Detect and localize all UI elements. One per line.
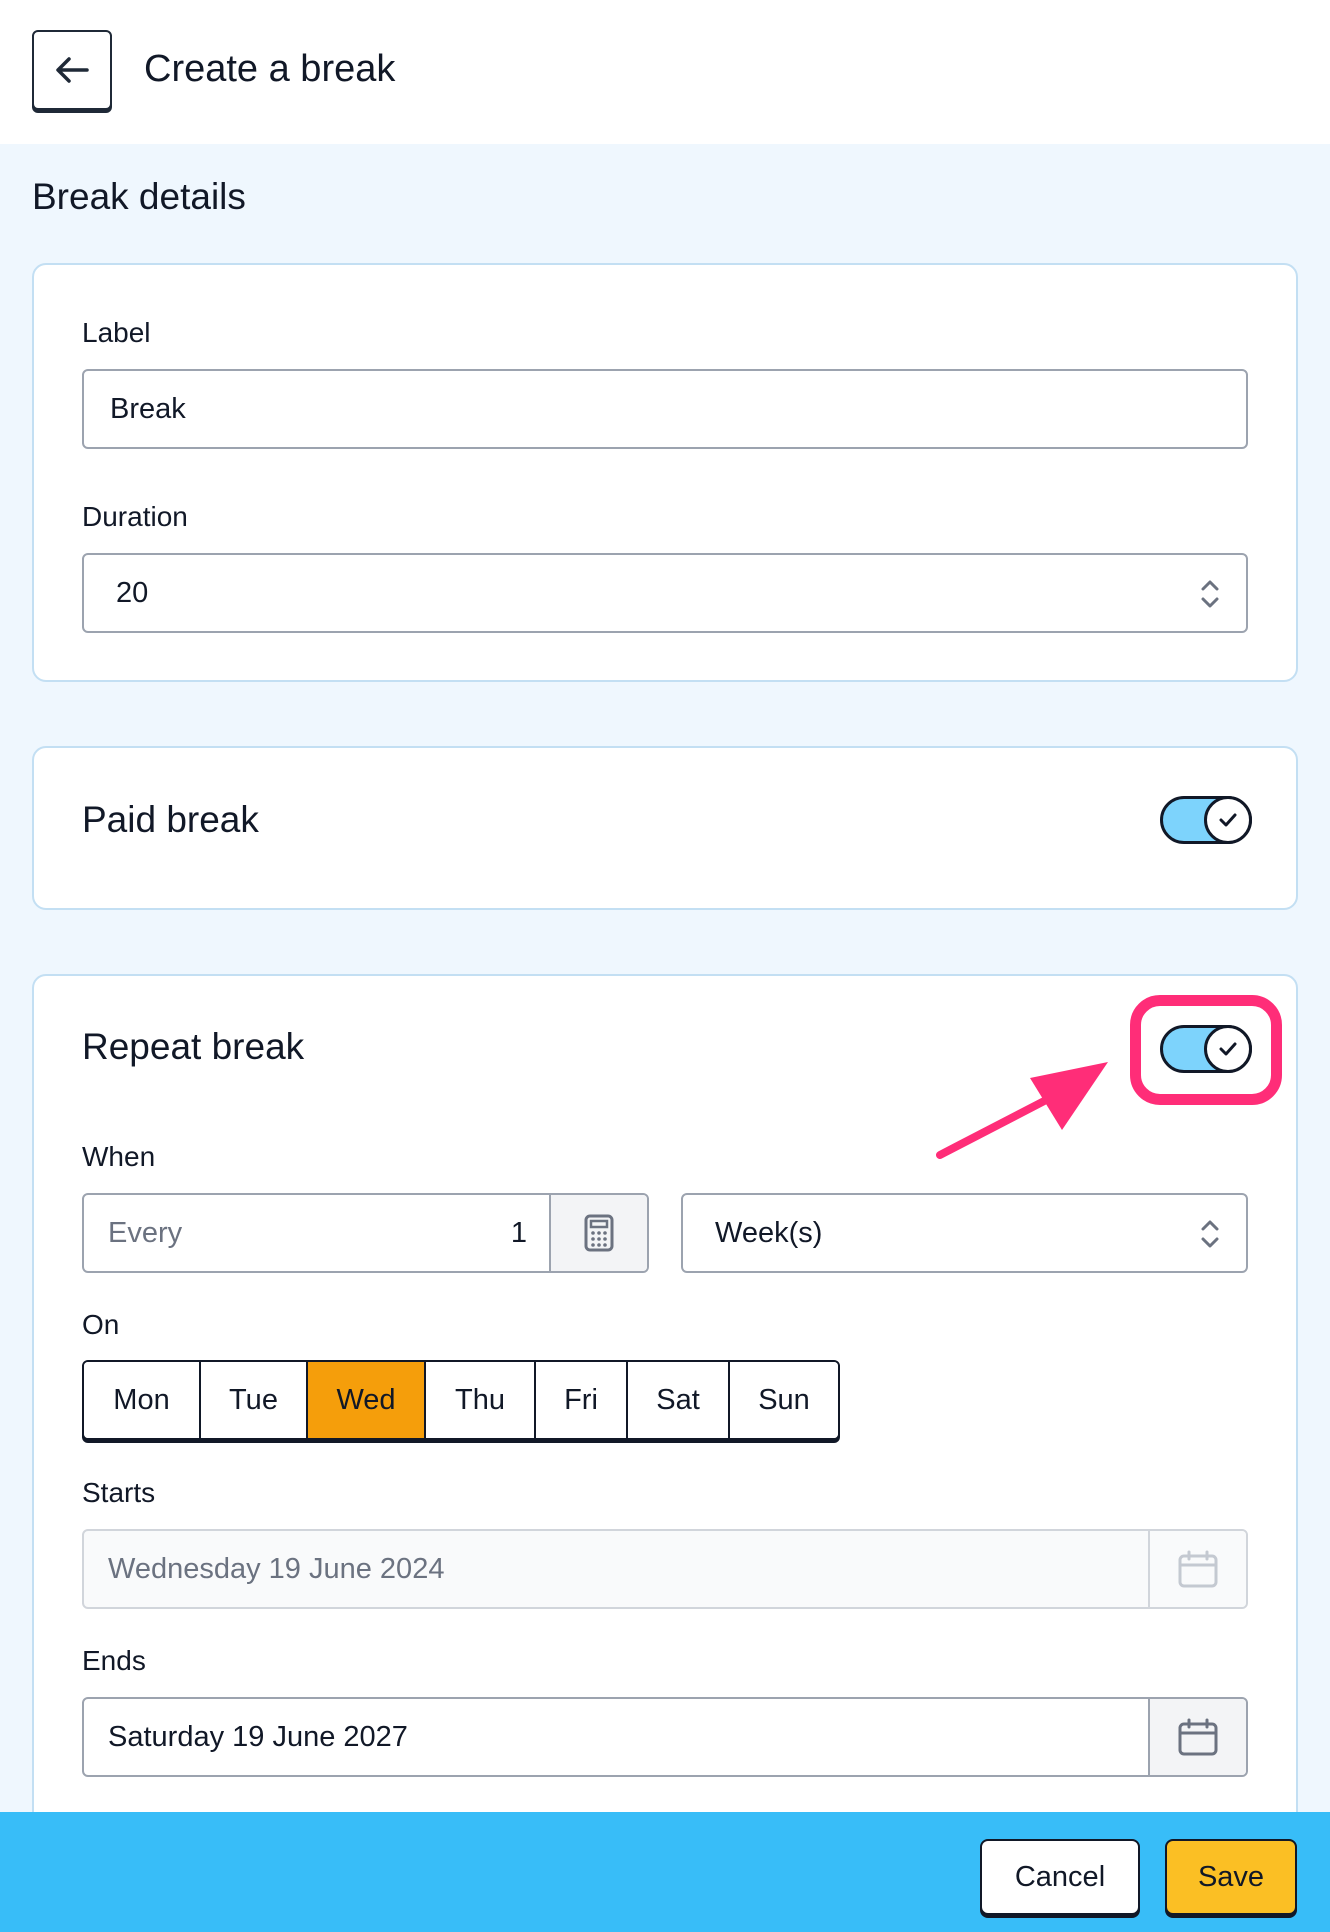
annotation-arrow-icon <box>936 1062 1108 1159</box>
repeat-break-title: Repeat break <box>82 1026 305 1067</box>
stepper-icon[interactable] <box>1200 577 1220 611</box>
ends-label: Ends <box>82 1645 146 1676</box>
day-tue[interactable]: Tue <box>201 1362 308 1438</box>
back-button[interactable] <box>32 30 112 110</box>
ends-calendar-addon[interactable] <box>1148 1699 1246 1775</box>
calculator-icon <box>584 1214 614 1252</box>
label-input[interactable]: Break <box>82 369 1248 449</box>
page-title: Create a break <box>144 48 396 90</box>
arrow-left-icon <box>56 57 89 83</box>
page-header: Create a break <box>0 0 1330 144</box>
every-value: 1 <box>510 1216 527 1249</box>
calendar-icon <box>1178 1550 1218 1588</box>
day-mon[interactable]: Mon <box>84 1362 201 1438</box>
day-fri[interactable]: Fri <box>536 1362 628 1438</box>
annotation-highlight-box <box>1130 995 1282 1105</box>
unit-select[interactable]: Week(s) <box>681 1193 1248 1273</box>
day-thu[interactable]: Thu <box>426 1362 536 1438</box>
day-wed[interactable]: Wed <box>308 1362 426 1438</box>
duration-input[interactable]: 20 <box>82 553 1248 633</box>
label-field-label: Label <box>82 317 151 348</box>
starts-calendar-addon <box>1148 1531 1246 1607</box>
section-title: Break details <box>32 176 246 217</box>
save-button[interactable]: Save <box>1165 1839 1297 1915</box>
label-input-value: Break <box>110 392 186 425</box>
ends-date-input[interactable]: Saturday 19 June 2027 <box>82 1697 1248 1777</box>
on-label: On <box>82 1309 120 1340</box>
every-input[interactable]: Every 1 <box>82 1193 649 1273</box>
duration-input-value: 20 <box>116 576 149 609</box>
paid-break-title: Paid break <box>82 799 259 840</box>
day-sat[interactable]: Sat <box>628 1362 730 1438</box>
calendar-icon <box>1178 1718 1218 1756</box>
cancel-button[interactable]: Cancel <box>980 1839 1140 1915</box>
calculator-addon[interactable] <box>549 1195 647 1271</box>
day-selector: Mon Tue Wed Thu Fri Sat Sun <box>82 1360 840 1440</box>
when-label: When <box>82 1141 156 1172</box>
paid-break-toggle[interactable] <box>1160 796 1252 844</box>
starts-date-input: Wednesday 19 June 2024 <box>82 1529 1248 1609</box>
duration-field-label: Duration <box>82 501 188 532</box>
toggle-knob <box>1204 796 1252 844</box>
starts-date-value: Wednesday 19 June 2024 <box>108 1552 445 1585</box>
day-sun[interactable]: Sun <box>730 1362 838 1438</box>
starts-label: Starts <box>82 1477 156 1508</box>
check-icon <box>1219 813 1237 827</box>
every-prefix: Every <box>108 1216 183 1249</box>
select-chevrons-icon <box>1201 1220 1219 1248</box>
ends-date-value: Saturday 19 June 2027 <box>108 1720 408 1753</box>
unit-select-value: Week(s) <box>715 1216 823 1249</box>
